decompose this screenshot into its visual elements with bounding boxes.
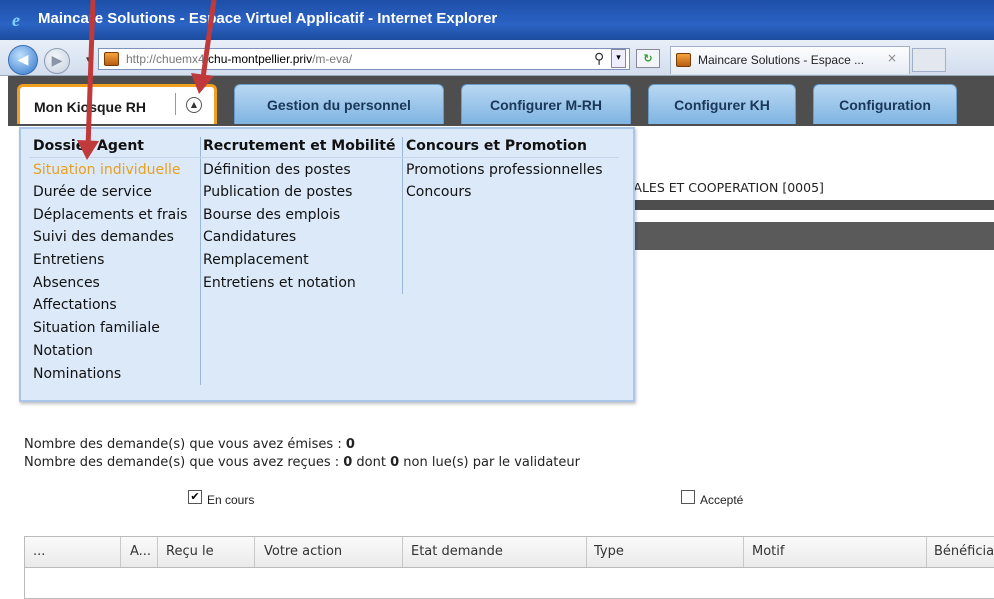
arrow-head-right	[191, 73, 214, 94]
annotation-arrow-right	[200, 0, 217, 79]
column-header[interactable]: Votre action	[264, 544, 342, 559]
column-header[interactable]: Etat demande	[411, 544, 503, 559]
column-header[interactable]: Motif	[752, 544, 784, 559]
en-cours-label: En cours	[207, 493, 255, 507]
column-divider[interactable]	[254, 537, 255, 567]
annotation-arrows	[77, 0, 217, 160]
en-cours-checkbox[interactable]: ✔	[188, 490, 202, 504]
column-header[interactable]: Reçu le	[166, 544, 214, 559]
arrow-head-left	[77, 140, 99, 160]
column-divider[interactable]	[402, 537, 403, 567]
column-divider[interactable]	[120, 537, 121, 567]
column-divider[interactable]	[926, 537, 927, 567]
column-header[interactable]: Bénéficia	[934, 544, 994, 559]
accepte-label: Accepté	[700, 493, 744, 507]
accepte-checkbox[interactable]	[681, 490, 695, 504]
column-header[interactable]: A...	[130, 544, 151, 559]
emitted-requests-line: Nombre des demande(s) que vous avez émis…	[24, 437, 355, 452]
screen: e Maincare Solutions - Espace Virtuel Ap…	[0, 0, 994, 599]
column-header[interactable]: ...	[33, 544, 45, 559]
received-requests-line: Nombre des demande(s) que vous avez reçu…	[24, 455, 580, 470]
column-divider[interactable]	[586, 537, 587, 567]
annotation-arrow-left	[85, 0, 96, 149]
column-divider[interactable]	[157, 537, 158, 567]
column-header[interactable]: Type	[594, 544, 624, 559]
column-divider[interactable]	[743, 537, 744, 567]
